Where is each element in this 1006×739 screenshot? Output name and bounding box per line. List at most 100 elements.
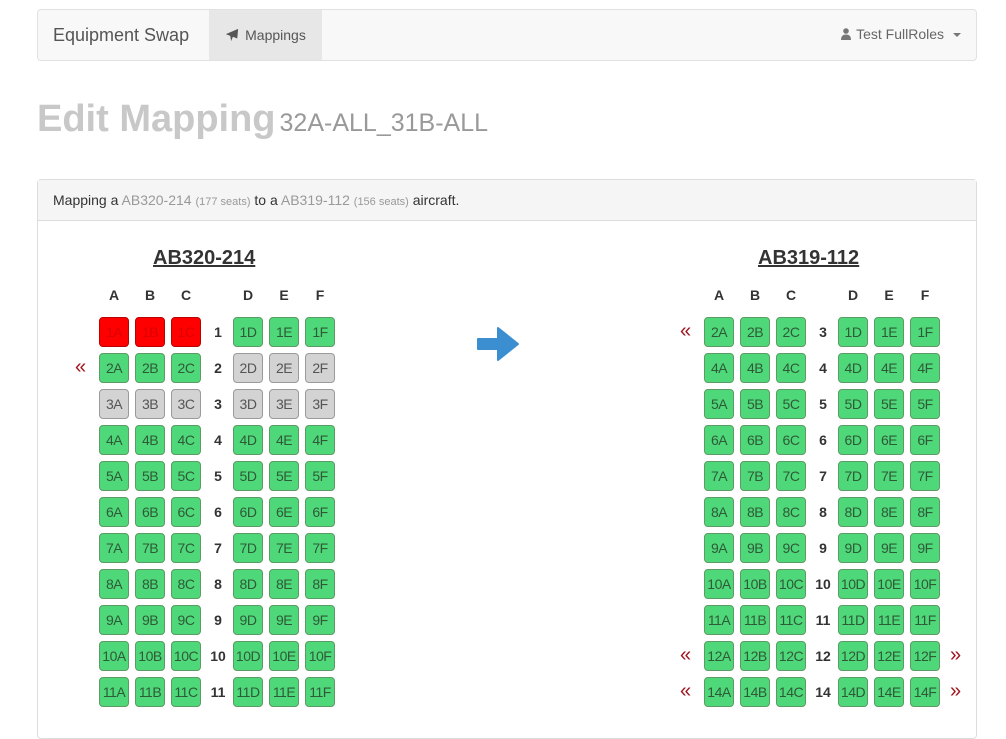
seat-7d[interactable]: 7D	[233, 533, 263, 563]
seat-14d[interactable]: 14D	[838, 677, 868, 707]
seat-1d[interactable]: 1D	[838, 317, 868, 347]
seat-4a[interactable]: 4A	[704, 353, 734, 383]
seat-1f[interactable]: 1F	[305, 317, 335, 347]
seat-11f[interactable]: 11F	[910, 605, 940, 635]
seat-4c[interactable]: 4C	[171, 425, 201, 455]
seat-3a[interactable]: 3A	[99, 389, 129, 419]
seat-3e[interactable]: 3E	[269, 389, 299, 419]
seat-2a[interactable]: 2A	[99, 353, 129, 383]
seat-9f[interactable]: 9F	[305, 605, 335, 635]
seat-8f[interactable]: 8F	[305, 569, 335, 599]
seat-2e[interactable]: 2E	[269, 353, 299, 383]
seat-8b[interactable]: 8B	[135, 569, 165, 599]
seat-12f[interactable]: 12F	[910, 641, 940, 671]
seat-1e[interactable]: 1E	[874, 317, 904, 347]
seat-9c[interactable]: 9C	[171, 605, 201, 635]
seat-9b[interactable]: 9B	[740, 533, 770, 563]
seat-11c[interactable]: 11C	[171, 677, 201, 707]
seat-6e[interactable]: 6E	[874, 425, 904, 455]
seat-2f[interactable]: 2F	[305, 353, 335, 383]
seat-5d[interactable]: 5D	[233, 461, 263, 491]
seat-11d[interactable]: 11D	[233, 677, 263, 707]
seat-10e[interactable]: 10E	[269, 641, 299, 671]
seat-11e[interactable]: 11E	[874, 605, 904, 635]
seat-12b[interactable]: 12B	[740, 641, 770, 671]
seat-8a[interactable]: 8A	[99, 569, 129, 599]
seat-4a[interactable]: 4A	[99, 425, 129, 455]
chevron-left-icon[interactable]: «	[680, 681, 691, 701]
seat-12e[interactable]: 12E	[874, 641, 904, 671]
seat-8e[interactable]: 8E	[874, 497, 904, 527]
seat-12c[interactable]: 12C	[776, 641, 806, 671]
seat-5a[interactable]: 5A	[704, 389, 734, 419]
seat-14b[interactable]: 14B	[740, 677, 770, 707]
seat-6e[interactable]: 6E	[269, 497, 299, 527]
seat-11e[interactable]: 11E	[269, 677, 299, 707]
seat-4d[interactable]: 4D	[233, 425, 263, 455]
seat-4b[interactable]: 4B	[135, 425, 165, 455]
seat-14c[interactable]: 14C	[776, 677, 806, 707]
user-menu[interactable]: Test FullRoles	[841, 26, 961, 42]
seat-9f[interactable]: 9F	[910, 533, 940, 563]
seat-3d[interactable]: 3D	[233, 389, 263, 419]
seat-4e[interactable]: 4E	[874, 353, 904, 383]
seat-10f[interactable]: 10F	[305, 641, 335, 671]
seat-10d[interactable]: 10D	[233, 641, 263, 671]
seat-6b[interactable]: 6B	[740, 425, 770, 455]
seat-4e[interactable]: 4E	[269, 425, 299, 455]
seat-3b[interactable]: 3B	[135, 389, 165, 419]
seat-7e[interactable]: 7E	[874, 461, 904, 491]
seat-9c[interactable]: 9C	[776, 533, 806, 563]
seat-4c[interactable]: 4C	[776, 353, 806, 383]
seat-6b[interactable]: 6B	[135, 497, 165, 527]
seat-9a[interactable]: 9A	[704, 533, 734, 563]
seat-11c[interactable]: 11C	[776, 605, 806, 635]
seat-10b[interactable]: 10B	[135, 641, 165, 671]
seat-7c[interactable]: 7C	[171, 533, 201, 563]
seat-3c[interactable]: 3C	[171, 389, 201, 419]
seat-2a[interactable]: 2A	[704, 317, 734, 347]
seat-6f[interactable]: 6F	[910, 425, 940, 455]
seat-5b[interactable]: 5B	[135, 461, 165, 491]
seat-12d[interactable]: 12D	[838, 641, 868, 671]
seat-8c[interactable]: 8C	[171, 569, 201, 599]
seat-7b[interactable]: 7B	[740, 461, 770, 491]
seat-7f[interactable]: 7F	[910, 461, 940, 491]
seat-1a[interactable]: 1A	[99, 317, 129, 347]
seat-2c[interactable]: 2C	[171, 353, 201, 383]
seat-2b[interactable]: 2B	[740, 317, 770, 347]
seat-10e[interactable]: 10E	[874, 569, 904, 599]
seat-4f[interactable]: 4F	[305, 425, 335, 455]
seat-2d[interactable]: 2D	[233, 353, 263, 383]
seat-1d[interactable]: 1D	[233, 317, 263, 347]
seat-5a[interactable]: 5A	[99, 461, 129, 491]
seat-11f[interactable]: 11F	[305, 677, 335, 707]
seat-14a[interactable]: 14A	[704, 677, 734, 707]
seat-5e[interactable]: 5E	[269, 461, 299, 491]
seat-12a[interactable]: 12A	[704, 641, 734, 671]
seat-7a[interactable]: 7A	[704, 461, 734, 491]
seat-9d[interactable]: 9D	[233, 605, 263, 635]
seat-6a[interactable]: 6A	[99, 497, 129, 527]
seat-6d[interactable]: 6D	[838, 425, 868, 455]
seat-7c[interactable]: 7C	[776, 461, 806, 491]
seat-10d[interactable]: 10D	[838, 569, 868, 599]
seat-10c[interactable]: 10C	[171, 641, 201, 671]
seat-8b[interactable]: 8B	[740, 497, 770, 527]
seat-7b[interactable]: 7B	[135, 533, 165, 563]
seat-4b[interactable]: 4B	[740, 353, 770, 383]
seat-11b[interactable]: 11B	[740, 605, 770, 635]
seat-4f[interactable]: 4F	[910, 353, 940, 383]
seat-8d[interactable]: 8D	[838, 497, 868, 527]
seat-10a[interactable]: 10A	[704, 569, 734, 599]
seat-1f[interactable]: 1F	[910, 317, 940, 347]
seat-9d[interactable]: 9D	[838, 533, 868, 563]
seat-10a[interactable]: 10A	[99, 641, 129, 671]
seat-11a[interactable]: 11A	[99, 677, 129, 707]
seat-8a[interactable]: 8A	[704, 497, 734, 527]
seat-7d[interactable]: 7D	[838, 461, 868, 491]
seat-10c[interactable]: 10C	[776, 569, 806, 599]
chevron-right-icon[interactable]: »	[950, 645, 961, 665]
seat-9b[interactable]: 9B	[135, 605, 165, 635]
seat-5c[interactable]: 5C	[776, 389, 806, 419]
